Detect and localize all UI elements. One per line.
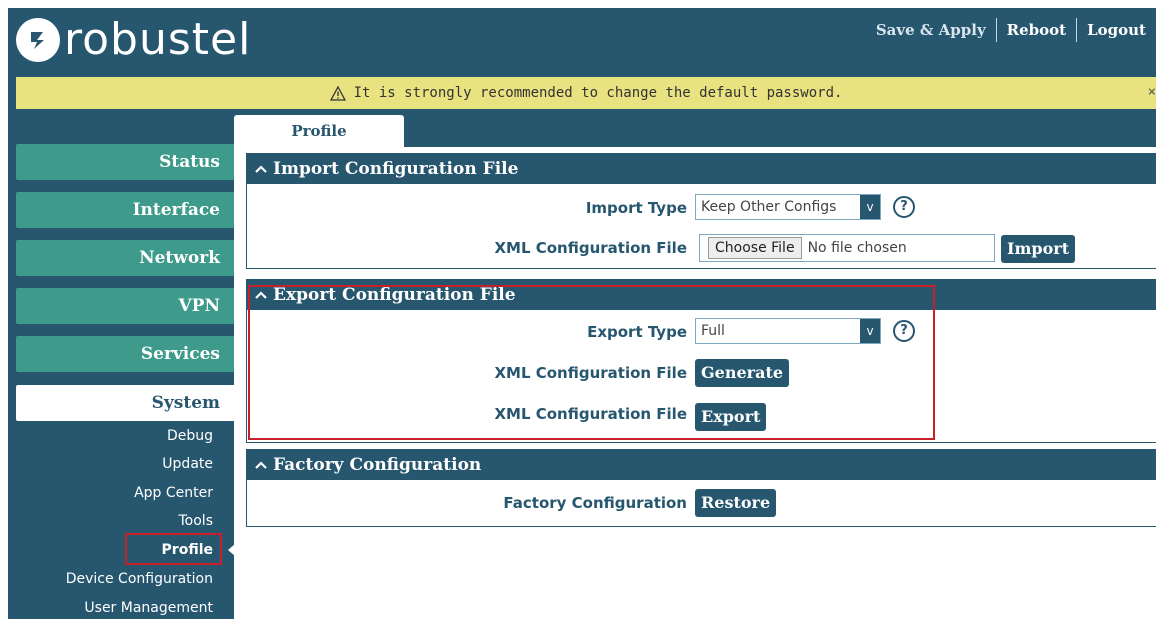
import-file-label: XML Configuration File xyxy=(494,239,687,257)
import-type-label: Import Type xyxy=(585,199,687,217)
warning-text: It is strongly recommended to change the… xyxy=(353,85,843,101)
logout-link[interactable]: Logout xyxy=(1077,18,1156,42)
chevron-up-icon xyxy=(255,460,267,470)
factory-section-title: Factory Configuration xyxy=(273,455,482,475)
export-button[interactable]: Export xyxy=(695,403,767,431)
chevron-up-icon xyxy=(255,290,267,300)
reboot-link[interactable]: Reboot xyxy=(997,18,1076,42)
warning-triangle-icon xyxy=(329,85,346,101)
submenu-device-configuration[interactable]: Device Configuration xyxy=(8,569,213,589)
menu-vpn[interactable]: VPN xyxy=(16,288,234,324)
submenu-user-management[interactable]: User Management xyxy=(8,598,213,618)
submenu-update[interactable]: Update xyxy=(8,454,213,474)
restore-button[interactable]: Restore xyxy=(695,489,777,517)
factory-section: Factory Configuration Factory Configurat… xyxy=(246,449,1156,527)
export-type-select[interactable]: Full v xyxy=(695,318,881,344)
top-actions: Save & Apply Reboot Logout xyxy=(866,18,1156,42)
menu-system[interactable]: System xyxy=(16,385,234,421)
file-status-text: No file chosen xyxy=(807,240,907,256)
submenu-app-center[interactable]: App Center xyxy=(8,483,213,503)
export-section-title: Export Configuration File xyxy=(273,285,516,305)
export-type-value: Full xyxy=(701,323,725,339)
factory-config-label: Factory Configuration xyxy=(503,494,687,512)
brand-name: robustel xyxy=(64,14,252,65)
submenu-debug[interactable]: Debug xyxy=(8,426,213,446)
import-section-title: Import Configuration File xyxy=(273,159,519,179)
tab-profile[interactable]: Profile xyxy=(234,115,404,147)
close-icon[interactable]: × xyxy=(1148,84,1156,100)
dropdown-arrow-icon: v xyxy=(860,195,880,219)
import-section-header[interactable]: Import Configuration File xyxy=(247,154,1156,184)
save-apply-link[interactable]: Save & Apply xyxy=(866,18,996,42)
import-button[interactable]: Import xyxy=(1001,235,1076,263)
robustel-logo: robustel xyxy=(16,14,251,66)
export-section: Export Configuration File Export Type Fu… xyxy=(246,279,1156,443)
factory-section-header[interactable]: Factory Configuration xyxy=(247,450,1156,480)
logo-mark-icon xyxy=(16,18,60,62)
export-type-label: Export Type xyxy=(587,323,687,341)
submenu-tools[interactable]: Tools xyxy=(8,511,214,531)
import-type-value: Keep Other Configs xyxy=(701,199,837,215)
generate-button[interactable]: Generate xyxy=(695,359,790,387)
choose-file-button[interactable]: Choose File xyxy=(708,237,802,259)
password-warning-banner: It is strongly recommended to change the… xyxy=(16,77,1156,109)
generate-file-label: XML Configuration File xyxy=(494,364,687,382)
export-section-header[interactable]: Export Configuration File xyxy=(247,280,1156,310)
menu-network[interactable]: Network xyxy=(16,240,234,276)
menu-interface[interactable]: Interface xyxy=(16,192,234,228)
import-type-select[interactable]: Keep Other Configs v xyxy=(695,194,881,220)
tab-strip: Profile xyxy=(234,111,1156,147)
menu-status[interactable]: Status xyxy=(16,144,234,180)
profile-highlight-box xyxy=(125,533,222,565)
help-icon[interactable]: ? xyxy=(893,320,915,342)
chevron-up-icon xyxy=(255,164,267,174)
xml-file-input[interactable]: Choose File No file chosen xyxy=(699,234,995,262)
menu-services[interactable]: Services xyxy=(16,336,234,372)
help-icon[interactable]: ? xyxy=(893,196,915,218)
import-section: Import Configuration File Import Type Ke… xyxy=(246,153,1156,269)
main-content: Profile Import Configuration File Import… xyxy=(234,111,1156,619)
dropdown-arrow-icon: v xyxy=(860,319,880,343)
app-window: robustel Save & Apply Reboot Logout It i… xyxy=(8,8,1156,619)
export-file-label: XML Configuration File xyxy=(494,405,687,423)
